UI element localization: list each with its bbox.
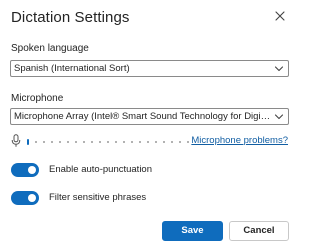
level-dot: [83, 141, 85, 143]
level-dot: [75, 141, 77, 143]
microphone-problems-link[interactable]: Microphone problems?: [191, 135, 288, 146]
level-dot: [147, 141, 149, 143]
save-button[interactable]: Save: [162, 221, 223, 241]
level-dot: [171, 141, 173, 143]
level-dot: [163, 141, 165, 143]
level-dot: [107, 141, 109, 143]
level-dot: [179, 141, 181, 143]
microphone-select[interactable]: Microphone Array (Intel® Smart Sound Tec…: [10, 108, 289, 125]
level-dot: [43, 141, 45, 143]
cancel-button[interactable]: Cancel: [229, 221, 289, 241]
spoken-language-select[interactable]: Spanish (International Sort): [10, 60, 289, 77]
toggle-knob: [28, 166, 36, 174]
level-dot: [35, 141, 37, 143]
level-dot: [51, 141, 53, 143]
level-dot: [123, 141, 125, 143]
level-dot: [91, 141, 93, 143]
toggle-knob: [28, 194, 36, 202]
spoken-language-label: Spoken language: [11, 43, 89, 54]
level-dot: [115, 141, 117, 143]
chevron-down-icon: [274, 66, 284, 72]
level-dot: [139, 141, 141, 143]
dictation-settings-dialog: Dictation Settings Spoken language Spani…: [0, 0, 300, 252]
close-icon: [275, 11, 285, 21]
filter-phrases-label: Filter sensitive phrases: [49, 192, 147, 203]
level-dot: [131, 141, 133, 143]
microphone-level-meter: [27, 139, 197, 145]
level-dot: [59, 141, 61, 143]
chevron-down-icon: [274, 114, 284, 120]
level-dot: [187, 141, 189, 143]
microphone-label: Microphone: [11, 93, 64, 104]
level-dot: [155, 141, 157, 143]
auto-punctuation-toggle[interactable]: [11, 163, 39, 177]
microphone-icon: [11, 134, 21, 147]
auto-punctuation-label: Enable auto-punctuation: [49, 164, 152, 175]
spoken-language-value: Spanish (International Sort): [14, 63, 130, 74]
filter-phrases-toggle[interactable]: [11, 191, 39, 205]
close-button[interactable]: [272, 8, 288, 24]
microphone-value: Microphone Array (Intel® Smart Sound Tec…: [14, 111, 272, 122]
level-dot: [99, 141, 101, 143]
level-indicator: [27, 139, 29, 145]
dialog-title: Dictation Settings: [11, 9, 130, 26]
level-dot: [67, 141, 69, 143]
